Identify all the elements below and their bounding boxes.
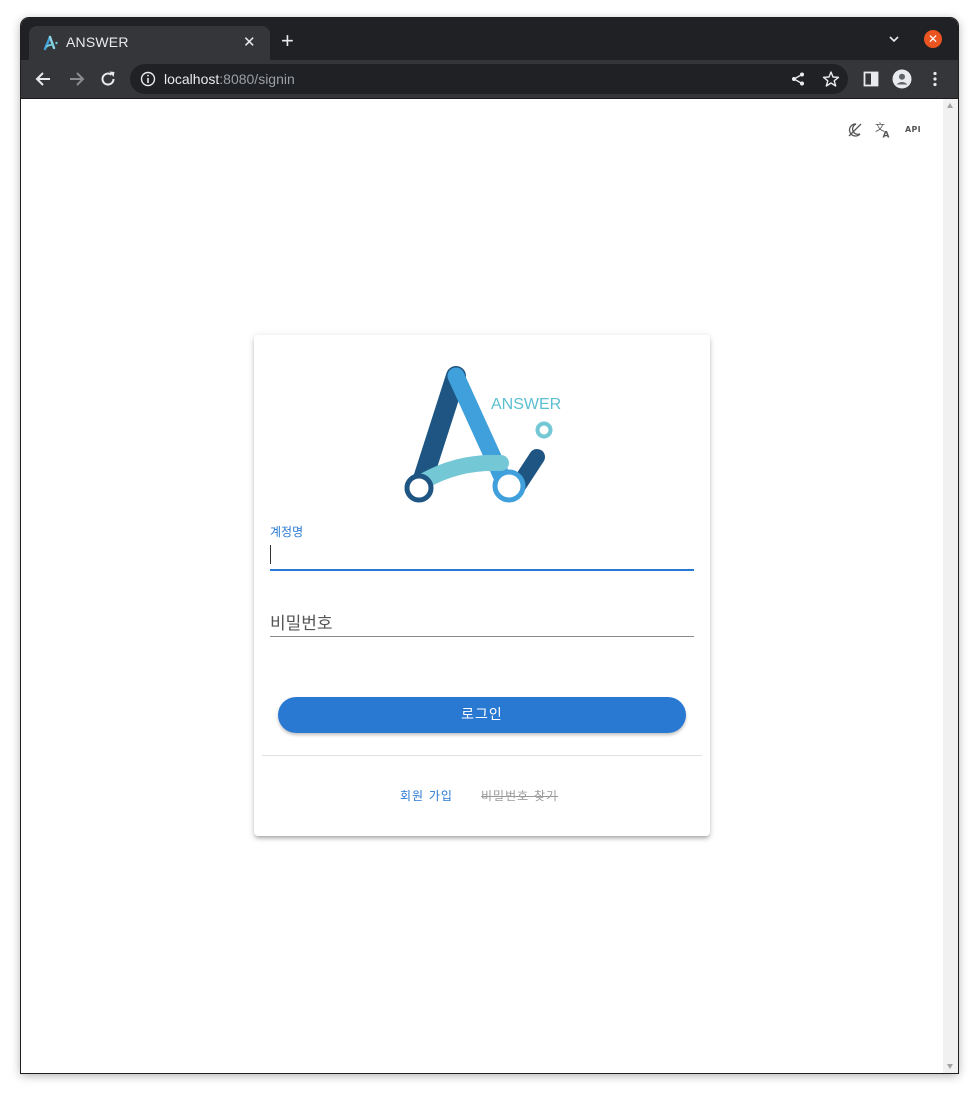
logo-wordmark: ANSWER (491, 396, 561, 413)
tab-title: ANSWER (66, 34, 129, 50)
info-icon[interactable] (140, 71, 156, 87)
browser-window: ANSWER ✕ + ✕ localhost:8080/signin 文 A A… (21, 18, 958, 1073)
username-underline (270, 569, 694, 571)
window-close-button[interactable]: ✕ (924, 30, 942, 48)
login-card: ANSWER 계정명 비밀번호 로그인 회원 가입 비밀번호 찾기 (254, 335, 710, 836)
text-caret (270, 545, 271, 564)
forgot-password-link[interactable]: 비밀번호 찾기 (481, 787, 558, 804)
svg-text:A: A (883, 131, 890, 140)
tab-strip: ANSWER ✕ + ✕ (21, 18, 958, 60)
vertical-scrollbar[interactable] (943, 99, 958, 1073)
login-button[interactable]: 로그인 (278, 697, 686, 733)
forward-arrow-icon[interactable] (66, 69, 86, 89)
answer-favicon-icon (43, 35, 58, 51)
answer-logo: ANSWER (404, 366, 561, 503)
star-icon[interactable] (822, 70, 840, 88)
menu-icon[interactable] (925, 69, 945, 89)
password-field[interactable]: 비밀번호 (270, 609, 694, 639)
signup-link[interactable]: 회원 가입 (400, 787, 453, 804)
new-tab-button[interactable]: + (281, 30, 294, 52)
tab-close-icon[interactable]: ✕ (243, 34, 256, 51)
card-divider (262, 755, 702, 756)
address-bar[interactable]: localhost:8080/signin (130, 64, 848, 94)
page-viewport: 文 A API ANSWER 계정명 비밀번호 로그인 회원 가입 비밀번호 찾… (21, 99, 943, 1073)
api-icon[interactable]: API (905, 125, 921, 134)
profile-icon[interactable] (892, 69, 912, 89)
username-field[interactable]: 계정명 (270, 523, 694, 573)
share-icon[interactable] (790, 71, 806, 87)
back-arrow-icon[interactable] (34, 69, 54, 89)
reload-icon[interactable] (98, 69, 118, 89)
side-panel-icon[interactable] (861, 69, 881, 89)
password-underline (270, 636, 694, 637)
password-placeholder: 비밀번호 (270, 614, 333, 634)
url-path: :8080/signin (219, 71, 295, 87)
url-text: localhost:8080/signin (164, 71, 295, 87)
dark-mode-icon[interactable] (847, 121, 863, 139)
username-label: 계정명 (270, 525, 304, 539)
tab-answer[interactable]: ANSWER ✕ (29, 26, 270, 60)
translate-icon[interactable]: 文 A (874, 121, 892, 139)
scroll-up-arrow-icon[interactable] (947, 103, 953, 108)
url-host: localhost (164, 71, 220, 87)
chevron-down-icon[interactable] (887, 32, 901, 46)
browser-toolbar: localhost:8080/signin (21, 60, 958, 99)
scroll-down-arrow-icon[interactable] (947, 1064, 953, 1069)
